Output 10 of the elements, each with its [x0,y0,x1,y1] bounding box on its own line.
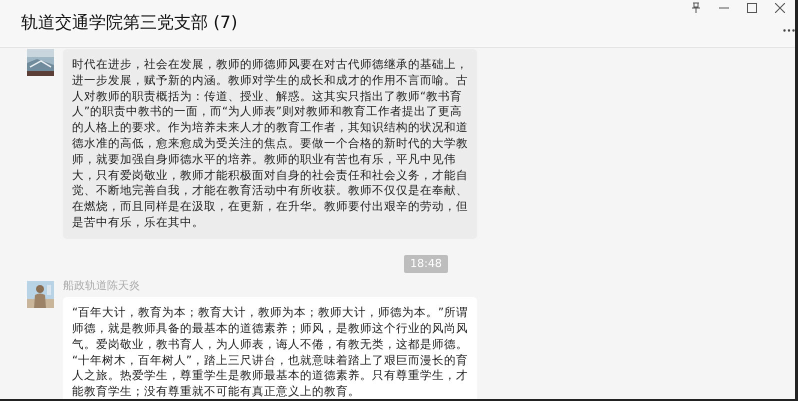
window-title: 轨道交通学院第三党支部 (7) [21,12,238,35]
close-icon[interactable] [775,2,785,12]
message-text: 时代在进步，社会在发展，教师的师德师风要在对古代师德继承的基础上，进一步发展，赋予新的内涵。教师对学生的成长和成才的作用不言而喻。古人对教师的职责概括为：传道、授业、解惑。这其实只指出了教师“教书育人”的职责中教书的一面，而“为人师表”则对教师和教育工作者提出了更高的人格上的要求。作为培养未来人才的教育工作者，其知识结构的状况和道德水准的高低，愈来愈成为受关注的焦点。要做一个合格的新时代的大学教师，就要加强自身师德水平的培养。教师的职业有苦也有乐，平凡中见伟大，只有爱岗敬业，教师才能积极面对自身的社会责任和社会义务，才能自觉、不断地完善自我，才能在教育活动中有所收获。教师不仅仅是在奉献、在燃烧，而且同样是在汲取，在更新，在升华。教师要付出艰辛的劳动，但是苦中有乐，乐在其中。 [72,57,469,231]
pin-icon[interactable] [691,2,701,13]
sender-name: 船政轨道陈天炎 [63,279,141,294]
timestamp: 18:48 [404,254,448,274]
minimize-icon[interactable] [719,6,729,8]
maximize-icon[interactable] [747,2,757,12]
more-icon[interactable] [783,29,795,32]
message-text: “百年大计，教育为本；教育大计，教师为本；教师大计，师德为本。”所谓师德，就是教师具备的最基本的道德素养；师风，是教师这个行业的风尚风气。爱岗敬业，教书育人，为人师表，诲人不倦，有教无类，这都是师德。 “十年树木，百年树人”，踏上三尺讲台，也就意味着踏上了艰巨而漫长的育人之旅。热爱学生，尊重学生是教师最基本的道德素养。只有尊重学生，才能教育学生；没有尊重就不可能有真正意义上的教育。 [72,305,469,399]
